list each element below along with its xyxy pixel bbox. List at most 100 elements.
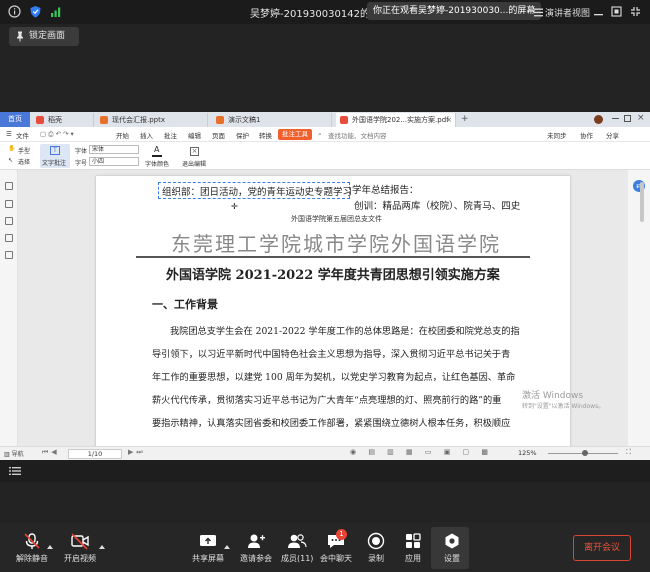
font-label: 字体 <box>75 148 88 155</box>
invite-user-icon <box>248 534 265 548</box>
lock-screen-button[interactable]: 锁定画面 <box>9 27 79 46</box>
close-icon[interactable]: × <box>637 113 645 123</box>
record-button[interactable]: 录制 <box>367 532 385 564</box>
font-family-select[interactable]: 宋体 <box>89 145 139 154</box>
menu-insert[interactable]: 插入 <box>140 130 153 140</box>
security-shield-icon[interactable] <box>29 5 42 18</box>
hand-tool-icon[interactable]: ✋ <box>8 145 15 152</box>
participant-list-icon[interactable] <box>9 466 21 476</box>
share-options-caret-icon[interactable] <box>224 545 230 549</box>
pdf-page[interactable]: 组织部：团日活动，党的青年运动史专题学习 学年总结报告： 创训：精品两库（校院）… <box>96 176 570 452</box>
zoom-level[interactable]: 125% <box>518 449 537 457</box>
new-tab-icon[interactable]: + <box>461 114 469 124</box>
page-nav-prev-icons[interactable]: ⏮◀ <box>42 448 60 457</box>
text-annotation-tool[interactable]: T 文字批注 <box>40 144 70 168</box>
shrink-view-icon[interactable] <box>611 6 622 17</box>
nav-toggle[interactable]: ▥ 导航 <box>4 449 24 458</box>
minimize-icon[interactable] <box>593 6 604 17</box>
avatar[interactable] <box>594 115 603 124</box>
tab-pptx-1[interactable]: 现代会汇报.pptx <box>96 113 208 127</box>
text-annotation-label: 文字批注 <box>42 160 67 167</box>
presenter-view-button[interactable]: 演讲者视图 <box>545 6 590 19</box>
font-color-button[interactable]: A 字体颜色 <box>143 144 173 168</box>
apps-label: 应用 <box>405 554 421 563</box>
bookmark-icon[interactable] <box>5 182 13 190</box>
panel-toggle-bar <box>0 460 650 482</box>
share-button[interactable]: 分享 <box>606 130 619 140</box>
menu-convert[interactable]: 转换 <box>259 130 272 140</box>
attachment-icon[interactable] <box>5 234 13 242</box>
minimize-icon[interactable] <box>612 118 619 119</box>
collab-button[interactable]: 协作 <box>580 130 593 140</box>
search-icon[interactable]: ⌕ <box>318 130 322 139</box>
menu-page[interactable]: 页面 <box>212 130 225 140</box>
exit-edit-button[interactable]: × 退出编辑 <box>180 144 210 168</box>
tab-annotation-tools[interactable]: 批注工具 <box>278 129 312 140</box>
menu-protect[interactable]: 保护 <box>236 130 249 140</box>
comment-icon[interactable] <box>5 217 13 225</box>
video-options-caret-icon[interactable] <box>99 545 105 549</box>
menu-file[interactable]: 文件 <box>16 130 29 140</box>
zoom-slider-thumb[interactable] <box>582 450 588 456</box>
tab-docer[interactable]: 稻壳 <box>32 113 94 127</box>
header-note-2: 创训：精品两库（校院）、院青马、四史 <box>354 201 521 212</box>
document-title: 外国语学院 2021-2022 学年度共青团思想引领实施方案 <box>166 268 500 283</box>
meeting-info-icon[interactable] <box>8 5 21 18</box>
apps-button[interactable]: 应用 <box>404 532 422 564</box>
section-heading: 一、工作背景 <box>152 298 218 311</box>
thumbnail-icon[interactable] <box>5 200 13 208</box>
settings-button[interactable]: 设置 <box>443 532 461 564</box>
audio-options-caret-icon[interactable] <box>47 545 53 549</box>
invite-label: 邀请参会 <box>240 554 272 563</box>
view-mode-icons[interactable]: ◉ ▤ ▥ ▦ ▭ ▣ ▢ ▩ <box>350 448 493 456</box>
exit-fullscreen-icon[interactable] <box>630 6 641 17</box>
annotation-text[interactable]: 组织部：团日活动，党的青年运动史专题学习 <box>162 184 352 198</box>
document-canvas[interactable]: 组织部：团日活动，党的青年运动史专题学习 学年总结报告： 创训：精品两库（校院）… <box>18 170 628 452</box>
share-screen-button[interactable]: 共享屏幕 <box>192 532 224 564</box>
select-tool[interactable]: 选择 <box>18 157 30 166</box>
hand-tool[interactable]: 手型 <box>18 146 30 155</box>
docer-logo-icon <box>36 116 44 124</box>
menu-home[interactable]: 开始 <box>116 130 129 140</box>
fullscreen-icon[interactable]: ⛶ <box>626 448 631 457</box>
signature-icon[interactable] <box>5 251 13 259</box>
invite-button[interactable]: 邀请参会 <box>240 532 272 564</box>
wps-menu-bar: ☰ 文件 ▢ ⎙ ↶ ↷ ▾ 开始 插入 批注 编辑 页面 保护 转换 批注工具… <box>0 127 650 142</box>
unmute-button[interactable]: 解除静音 <box>16 532 48 564</box>
search-box[interactable]: 查找功能、文档内容 <box>328 130 387 140</box>
menu-annotate[interactable]: 批注 <box>164 130 177 140</box>
start-video-label: 开启视频 <box>64 554 96 563</box>
tab-home[interactable]: 首页 <box>0 112 30 127</box>
sync-status[interactable]: 未同步 <box>547 130 567 140</box>
exit-edit-label: 退出编辑 <box>182 161 207 168</box>
presenter-view-icon[interactable] <box>533 7 544 18</box>
pptx-file-icon <box>216 116 224 124</box>
windows-activation-watermark: 激活 Windows 转到"设置"以激活 Windows。 <box>522 388 604 410</box>
close-tab-icon[interactable]: × <box>446 113 452 127</box>
font-size-select[interactable]: 小四 <box>89 157 139 166</box>
tab-pptx-2[interactable]: 演示文稿1 <box>212 113 332 127</box>
watching-screen-banner: 你正在观看吴梦婷-201930030...的屏幕 <box>367 2 542 20</box>
watermark-line-2: 转到"设置"以激活 Windows。 <box>522 403 605 410</box>
share-screen-label: 共享屏幕 <box>192 554 224 563</box>
signal-strength-icon[interactable] <box>50 5 63 18</box>
leave-meeting-button[interactable]: 离开会议 <box>573 535 631 561</box>
menu-icon[interactable]: ☰ <box>6 130 12 138</box>
annotation-box[interactable]: 组织部：团日活动，党的青年运动史专题学习 <box>158 182 352 199</box>
mic-muted-icon <box>24 533 40 549</box>
select-tool-icon[interactable]: ↖ <box>8 157 13 164</box>
meeting-title-bar: 吴梦婷-201930030142的快 你正在观看吴梦婷-201930030...… <box>0 0 650 24</box>
page-number-input[interactable]: 1/10 <box>68 449 122 459</box>
tab-pdf-active[interactable]: 外国语学院202...实施方案.pdf × <box>336 113 456 127</box>
vertical-scrollbar[interactable] <box>640 182 644 222</box>
maximize-icon[interactable] <box>624 115 631 122</box>
members-button[interactable]: 成员(11) <box>281 532 313 564</box>
start-video-button[interactable]: 开启视频 <box>64 532 96 564</box>
menu-edit[interactable]: 编辑 <box>188 130 201 140</box>
quick-access-icons[interactable]: ▢ ⎙ ↶ ↷ ▾ <box>40 130 74 139</box>
page-nav-next-icons[interactable]: ▶⏭ <box>128 448 146 457</box>
tab-label: 现代会汇报.pptx <box>112 116 165 124</box>
tab-label: 演示文稿1 <box>228 116 261 124</box>
unmute-label: 解除静音 <box>16 554 48 563</box>
pptx-file-icon <box>100 116 108 124</box>
